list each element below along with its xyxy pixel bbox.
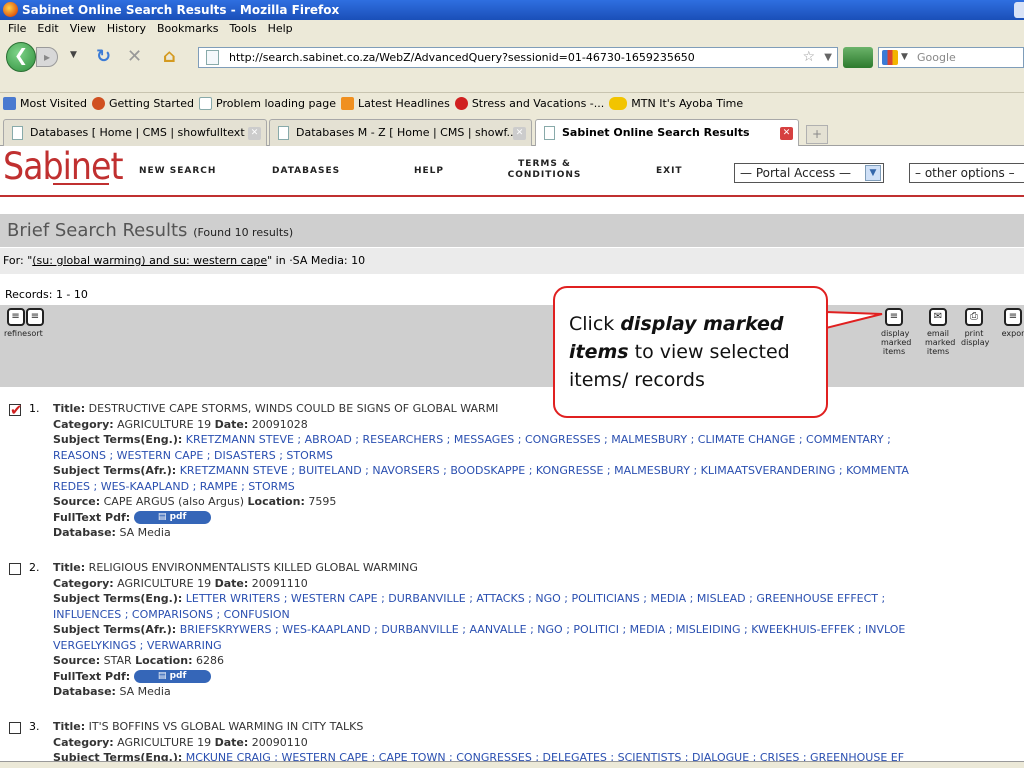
close-tab-icon[interactable]: ✕ <box>513 127 526 140</box>
bookmark-most-visited[interactable]: Most Visited <box>3 97 87 110</box>
print-display-button[interactable]: ⎙ print display <box>961 308 989 347</box>
new-tab-button[interactable]: + <box>806 125 828 144</box>
page-title: Brief Search Results <box>7 220 188 241</box>
export-icon: ≡ <box>1004 308 1022 326</box>
nav-new-search[interactable]: NEW SEARCH <box>139 166 216 176</box>
menu-file[interactable]: File <box>4 20 33 38</box>
bookmark-icon <box>3 97 16 110</box>
forward-button[interactable]: ▸ <box>36 47 58 67</box>
result-checkbox[interactable] <box>9 722 21 734</box>
window-titlebar: Sabinet Online Search Results - Mozilla … <box>0 0 1024 20</box>
close-tab-icon[interactable]: ✕ <box>780 127 793 140</box>
page-icon <box>278 126 289 140</box>
export-button[interactable]: ≡ expor <box>1000 308 1024 338</box>
tab-databases-home[interactable]: Databases [ Home | CMS | showfulltext ] … <box>3 119 267 146</box>
search-placeholder: Google <box>917 51 956 64</box>
page-icon <box>12 126 23 140</box>
tab-bar: Databases [ Home | CMS | showfulltext ] … <box>0 114 1024 146</box>
sort-button[interactable]: ≡ sort <box>26 308 44 338</box>
stop-icon[interactable]: ✕ <box>127 47 142 67</box>
close-tab-icon[interactable]: ✕ <box>248 127 261 140</box>
bookmark-stress-vacations[interactable]: Stress and Vacations -... <box>454 97 604 110</box>
refine-button[interactable]: ≡ refine <box>4 308 27 338</box>
bookmark-star-icon[interactable]: ☆ <box>802 48 815 67</box>
firefox-icon <box>91 97 105 110</box>
google-icon <box>882 50 898 65</box>
window-control-button[interactable] <box>1014 2 1024 18</box>
tab-sabinet-results[interactable]: Sabinet Online Search Results ✕ <box>535 119 799 146</box>
refine-icon: ≡ <box>6 308 25 326</box>
portal-access-select[interactable]: — Portal Access — ▼ <box>734 163 884 183</box>
result-checkbox[interactable]: ✔ <box>9 403 23 418</box>
bookmark-problem-loading[interactable]: Problem loading page <box>199 97 336 110</box>
menu-tools[interactable]: Tools <box>225 20 263 38</box>
firefox-icon <box>3 2 18 17</box>
other-options-select[interactable]: – other options – <box>909 163 1024 183</box>
bookmark-mtn[interactable]: MTN It's Ayoba Time <box>609 97 743 110</box>
nav-terms-conditions[interactable]: TERMS & CONDITIONS <box>497 159 592 181</box>
menu-help[interactable]: Help <box>264 20 300 38</box>
result-title[interactable]: IT'S BOFFINS VS GLOBAL WARMING IN CITY T… <box>89 720 364 733</box>
result-title[interactable]: RELIGIOUS ENVIRONMENTALISTS KILLED GLOBA… <box>89 561 418 574</box>
url-text: http://search.sabinet.co.za/WebZ/Advance… <box>229 51 695 64</box>
url-bar[interactable]: http://search.sabinet.co.za/WebZ/Advance… <box>198 47 838 68</box>
page-icon <box>199 97 212 110</box>
rss-icon <box>340 97 354 110</box>
url-dropdown-icon[interactable]: ▼ <box>824 48 832 67</box>
query-line: For: "(su: global warming) and su: weste… <box>0 248 1024 274</box>
reload-icon[interactable]: ↻ <box>96 47 111 67</box>
home-icon[interactable]: ⌂ <box>163 47 176 67</box>
print-icon: ⎙ <box>965 308 983 326</box>
window-title: Sabinet Online Search Results - Mozilla … <box>22 3 340 17</box>
bookmark-latest-headlines[interactable]: Latest Headlines <box>340 97 450 110</box>
result-title[interactable]: DESTRUCTIVE CAPE STORMS, WINDS COULD BE … <box>89 402 499 415</box>
subject-links[interactable]: KRETZMANN STEVE ; ABROAD ; RESEARCHERS ;… <box>186 433 891 446</box>
callout-annotation: Click display marked items to view selec… <box>553 286 828 418</box>
email-marked-items-button[interactable]: ✉ email marked items <box>925 308 955 356</box>
red-ball-icon <box>454 97 468 110</box>
status-bar <box>0 761 1024 768</box>
feed-icon[interactable] <box>843 47 873 68</box>
bookmarks-bar: Most Visited Getting Started Problem loa… <box>0 93 1024 114</box>
email-icon: ✉ <box>929 308 947 326</box>
nav-exit[interactable]: EXIT <box>656 166 683 176</box>
results-heading: Brief Search Results (Found 10 results) <box>0 214 1024 247</box>
menu-view[interactable]: View <box>66 20 103 38</box>
menu-edit[interactable]: Edit <box>33 20 65 38</box>
results-count: (Found 10 results) <box>193 226 294 239</box>
navigation-toolbar: ❮ ▸ ▼ ↻ ✕ ⌂ http://search.sabinet.co.za/… <box>0 38 1024 93</box>
menu-bookmarks[interactable]: Bookmarks <box>153 20 225 38</box>
history-dropdown-icon[interactable]: ▼ <box>70 50 77 60</box>
callout-pointer <box>826 310 883 330</box>
subject-links[interactable]: LETTER WRITERS ; WESTERN CAPE ; DURBANVI… <box>186 592 885 605</box>
sabinet-logo[interactable]: Sabinet <box>3 147 124 187</box>
subject-links[interactable]: BRIEFSKRYWERS ; WES-KAAPLAND ; DURBANVIL… <box>180 623 906 636</box>
nav-databases[interactable]: DATABASES <box>272 166 340 176</box>
mtn-icon <box>609 97 628 110</box>
menu-history[interactable]: History <box>103 20 153 38</box>
back-button[interactable]: ❮ <box>6 42 36 72</box>
page-icon <box>544 126 555 140</box>
query-link[interactable]: (su: global warming) and su: western cap… <box>32 254 267 267</box>
list-icon: ≡ <box>885 308 903 326</box>
nav-help[interactable]: HELP <box>414 166 444 176</box>
search-engine-dropdown-icon[interactable]: ▼ <box>901 48 908 67</box>
subject-links[interactable]: KRETZMANN STEVE ; BUITELAND ; NAVORSERS … <box>180 464 909 477</box>
tab-databases-m-z[interactable]: Databases M - Z [ Home | CMS | showf... … <box>269 119 532 146</box>
site-header: Sabinet NEW SEARCH DATABASES HELP TERMS … <box>0 147 1024 197</box>
pdf-button[interactable]: ▤ pdf <box>133 670 211 683</box>
bookmark-getting-started[interactable]: Getting Started <box>91 97 194 110</box>
chevron-down-icon: ▼ <box>865 165 881 181</box>
menu-bar: File Edit View History Bookmarks Tools H… <box>0 20 1024 38</box>
page-icon <box>206 50 219 65</box>
records-range: Records: 1 - 10 <box>5 288 88 301</box>
pdf-button[interactable]: ▤ pdf <box>133 511 211 524</box>
search-input[interactable]: ▼ Google <box>878 47 1024 68</box>
sort-icon: ≡ <box>26 308 44 326</box>
result-checkbox[interactable] <box>9 563 21 575</box>
